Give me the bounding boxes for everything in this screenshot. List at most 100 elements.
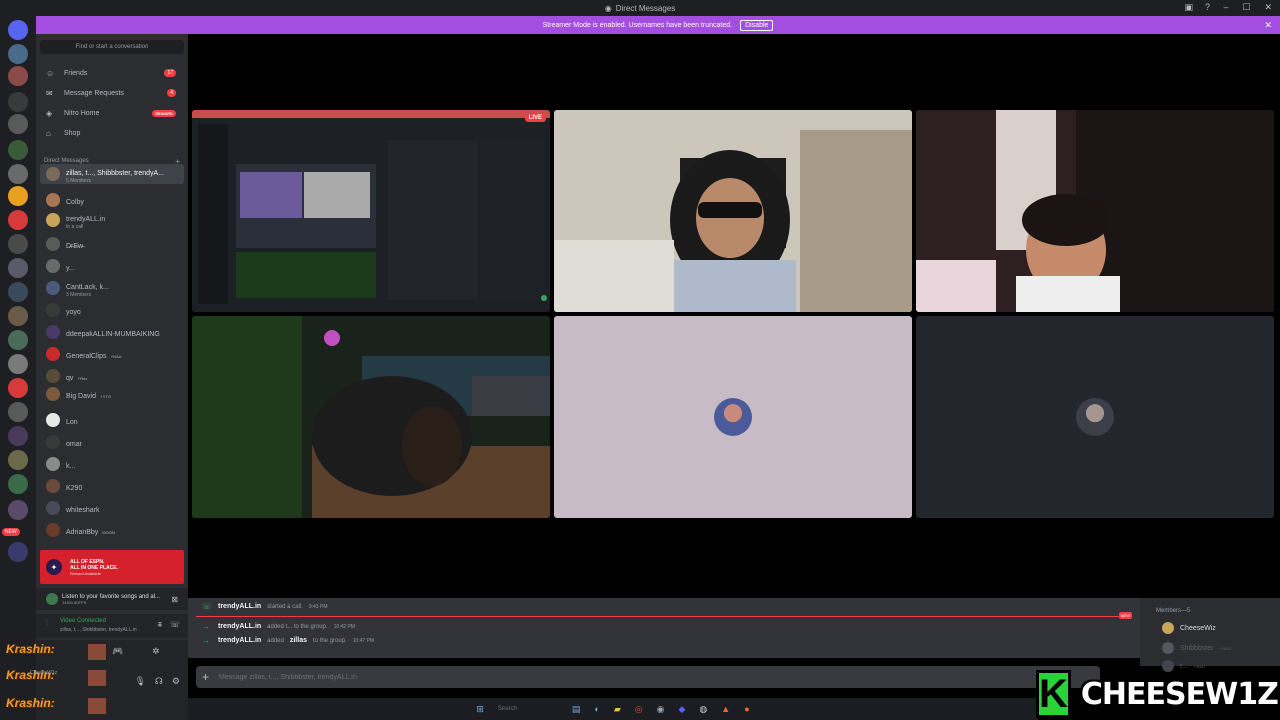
participant-video-tile[interactable] — [554, 110, 912, 312]
maximize-icon[interactable]: ☐ — [1242, 2, 1250, 13]
server-icon[interactable] — [8, 66, 28, 86]
title-bar: ◉ Direct Messages ▣ ? – ☐ ✕ — [0, 0, 1280, 16]
participant-video-tile[interactable] — [192, 316, 550, 518]
dm-item[interactable]: k... — [40, 454, 184, 474]
nav-message-requests[interactable]: ✉ Message Requests 4 — [40, 84, 184, 102]
close-banner-icon[interactable]: ✕ — [1264, 20, 1272, 31]
server-icon[interactable] — [8, 354, 28, 374]
server-icon[interactable] — [8, 140, 28, 160]
start-icon[interactable]: ⊞ — [476, 704, 484, 715]
noise-suppression-icon[interactable]: ⩨ — [157, 620, 162, 630]
dm-item[interactable]: qv ⚡Rex — [40, 366, 184, 386]
message-input[interactable] — [219, 673, 620, 681]
member-item[interactable]: Shibbbster ⚡NOO — [1162, 642, 1231, 654]
find-conversation-button[interactable]: Find or start a conversation — [40, 40, 184, 54]
minimize-icon[interactable]: – — [1223, 2, 1228, 13]
member-item[interactable]: CheeseWiz — [1162, 622, 1216, 634]
server-icon[interactable] — [8, 186, 28, 206]
dm-item[interactable]: Lon — [40, 410, 184, 430]
home-server-icon[interactable] — [8, 20, 28, 40]
server-icon[interactable] — [8, 450, 28, 470]
discord-taskbar-icon[interactable]: ◆ — [679, 704, 686, 715]
disconnect-icon[interactable]: ☏ — [170, 620, 180, 630]
video-call-grid: LIVE — [188, 34, 1280, 598]
system-message: ☏ trendyALL.in started a call. 9:43 PM — [202, 602, 328, 611]
app-icon[interactable]: ● — [744, 704, 749, 714]
dm-item[interactable]: omar — [40, 432, 184, 452]
participant-avatar-tile[interactable] — [554, 316, 912, 518]
now-playing-card[interactable]: Listen to your favorite songs and al... … — [36, 588, 188, 610]
attach-plus-icon[interactable]: + — [202, 670, 209, 684]
server-icon[interactable] — [8, 474, 28, 494]
dm-item[interactable]: AdrianBby MOON — [40, 520, 184, 540]
close-window-icon[interactable]: ✕ — [1264, 2, 1272, 13]
nav-nitro-home[interactable]: ◈ Nitro Home REWARD — [40, 104, 184, 122]
microphone-icon[interactable]: 🎙 — [134, 676, 145, 687]
chrome-icon[interactable]: ◎ — [635, 704, 643, 715]
shop-icon: ⌂ — [46, 128, 51, 138]
system-message: → trendyALL.in added zillas to the group… — [202, 636, 375, 645]
taskbar-search[interactable]: Search — [498, 706, 558, 712]
server-icon[interactable] — [8, 44, 28, 64]
soundboard-icon[interactable]: ✲ — [152, 646, 160, 657]
dm-item[interactable]: zillas, t..., Shibbbster, trendyA... 5 Me… — [40, 164, 184, 184]
activity-settings-icon[interactable]: ⊠ — [171, 595, 178, 604]
dm-item[interactable]: CantLack, k... 3 Members — [40, 278, 184, 298]
espn-promo-banner[interactable]: ✦ ALL OF ESPN. ALL IN ONE PLACE. Reward … — [40, 550, 184, 584]
server-icon[interactable] — [8, 426, 28, 446]
avatar — [46, 281, 60, 295]
dm-item[interactable]: y... — [40, 256, 184, 276]
server-icon[interactable] — [8, 234, 28, 254]
dm-item[interactable]: ddeepakALLIN-MUMBAIKING — [40, 322, 184, 342]
server-icon[interactable] — [8, 542, 28, 562]
headphones-icon[interactable]: ☊ — [155, 676, 163, 687]
dm-item[interactable]: yoyo — [40, 300, 184, 320]
dm-item[interactable]: whiteshark — [40, 498, 184, 518]
obs-icon[interactable]: ◍ — [699, 704, 707, 715]
server-icon[interactable] — [8, 258, 28, 278]
dm-item[interactable]: Colby — [40, 190, 184, 210]
dm-item[interactable]: Big David ⚡YTG — [40, 384, 184, 404]
help-icon[interactable]: ? — [1205, 2, 1210, 13]
dm-name: yoyo — [66, 309, 81, 316]
server-icon[interactable] — [8, 114, 28, 134]
steam-icon[interactable]: ◉ — [657, 704, 665, 715]
server-icon[interactable] — [8, 402, 28, 422]
edge-icon[interactable]: ◐ — [594, 704, 599, 714]
server-icon[interactable] — [8, 92, 28, 112]
nav-shop[interactable]: ⌂ Shop — [40, 124, 184, 142]
server-icon[interactable] — [8, 330, 28, 350]
server-icon[interactable] — [8, 210, 28, 230]
inbox-icon[interactable]: ▣ — [1184, 2, 1193, 13]
nav-friends[interactable]: ☺ Friends 17 — [40, 64, 184, 82]
server-icon[interactable] — [8, 500, 28, 520]
file-explorer-icon[interactable]: ▤ — [572, 704, 581, 715]
arrow-right-icon: → — [202, 622, 210, 631]
brave-icon[interactable]: ▲ — [721, 704, 730, 714]
participant-video-tile[interactable] — [916, 110, 1274, 312]
dm-item[interactable]: D̶r̶E̶w̶ — [40, 234, 184, 254]
disable-streamer-mode-button[interactable]: Disable — [740, 19, 774, 31]
dm-item[interactable]: GeneralClips ⚡BAU — [40, 344, 184, 364]
server-icon[interactable] — [8, 282, 28, 302]
dm-name: Lon — [66, 419, 78, 426]
controller-icon[interactable]: 🎮 — [112, 646, 123, 657]
titlebar-tools: ▣ ? — [1184, 2, 1210, 13]
folder-icon[interactable]: ▰ — [614, 704, 621, 715]
live-badge: LIVE — [524, 114, 546, 122]
screenshare-tile[interactable]: LIVE — [192, 110, 550, 312]
dm-name: Colby — [66, 199, 84, 206]
settings-gear-icon[interactable]: ⚙ — [172, 676, 180, 687]
server-icon[interactable] — [8, 378, 28, 398]
krashin-overlay-text: Krashin: — [6, 696, 55, 710]
dm-item[interactable]: K290 — [40, 476, 184, 496]
participant-avatar-tile[interactable] — [916, 316, 1274, 518]
dm-icon: ◉ — [604, 3, 612, 13]
server-icon[interactable] — [8, 306, 28, 326]
screenshare-preview — [192, 110, 550, 304]
avatar — [46, 369, 60, 383]
krashin-thumbnail — [88, 644, 106, 660]
dm-item[interactable]: trendyALL.in In a call — [40, 210, 184, 230]
avatar — [46, 303, 60, 317]
server-icon[interactable] — [8, 164, 28, 184]
